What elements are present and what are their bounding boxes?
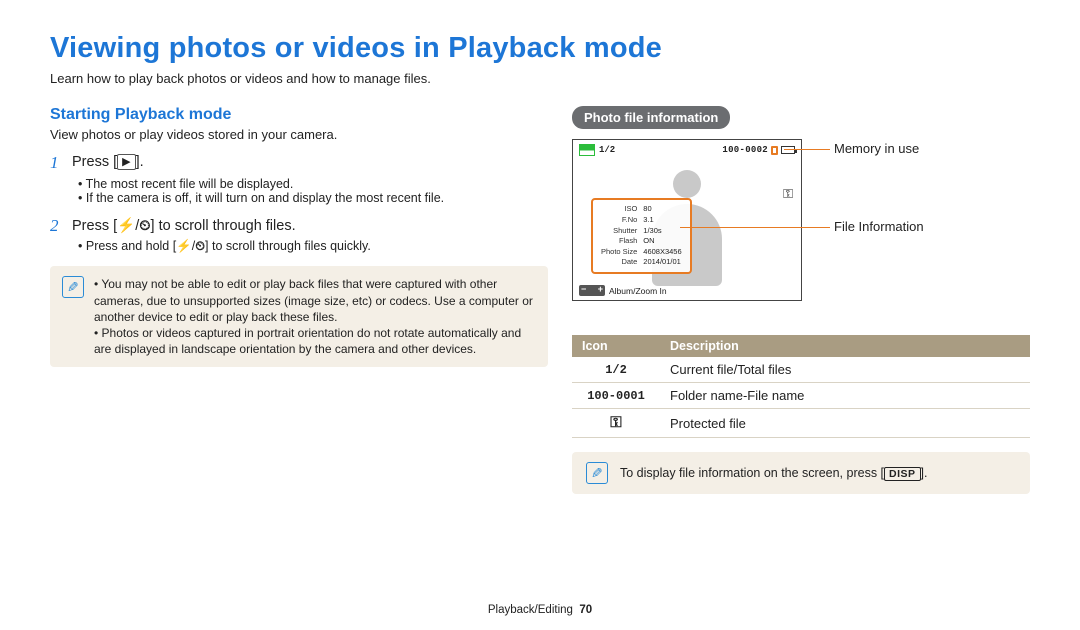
protected-key-icon: ⚿ (610, 415, 621, 432)
description-table: Icon Description 1/2 Current file/Total … (572, 335, 1030, 438)
memory-card-icon (771, 146, 778, 155)
file-counter: 1/2 (599, 145, 615, 155)
page-title: Viewing photos or videos in Playback mod… (50, 32, 1030, 65)
folder-file-name: 100-0002 (722, 145, 768, 155)
panel-label: Photo file information (572, 106, 730, 129)
album-zoom-label: Album/Zoom In (579, 285, 667, 296)
file-info-panel: ISO80 F.No3.1 Shutter1/30s FlashON Photo… (591, 198, 692, 274)
callout-line (680, 227, 830, 228)
play-button-icon: ▶ (117, 154, 135, 170)
flash-icon: ⚡ (117, 218, 135, 234)
step2-bullets: Press and hold [⚡/⏲] to scroll through f… (50, 239, 548, 254)
section-lead: View photos or play videos stored in you… (50, 127, 548, 142)
right-column: Photo file information 1/2 100-0002 ⚿ (572, 106, 1030, 494)
section-heading: Starting Playback mode (50, 106, 548, 124)
intro-text: Learn how to play back photos or videos … (50, 71, 1030, 86)
step-number: 2 (50, 217, 64, 236)
step-2: 2 Press [⚡/⏲] to scroll through files. (50, 217, 548, 236)
step-1: 1 Press [▶]. (50, 154, 548, 173)
step-number: 1 (50, 154, 64, 173)
thumbnail-icon (579, 144, 595, 156)
step1-prefix: Press [ (72, 154, 117, 170)
step1-bullets: The most recent file will be displayed. … (50, 177, 548, 205)
camera-screen: 1/2 100-0002 ⚿ ISO80 F.No3.1 (572, 139, 802, 301)
table-header-desc: Description (660, 335, 1030, 357)
tip-box: To display file information on the scree… (572, 452, 1030, 494)
left-column: Starting Playback mode View photos or pl… (50, 106, 548, 494)
note-icon (586, 462, 608, 484)
camera-screen-mockup: 1/2 100-0002 ⚿ ISO80 F.No3.1 (572, 139, 992, 331)
table-row: ⚿ Protected file (572, 409, 1030, 438)
step2-mid: ] to scroll through files. (151, 218, 296, 234)
step1-suffix: ]. (136, 154, 144, 170)
table-row: 1/2 Current file/Total files (572, 357, 1030, 383)
page-footer: Playback/Editing 70 (0, 604, 1080, 616)
note-box: You may not be able to edit or play back… (50, 266, 548, 367)
table-row: 100-0001 Folder name-File name (572, 383, 1030, 409)
flash-icon: ⚡ (176, 239, 192, 253)
zoom-lever-icon (579, 285, 605, 296)
timer-icon: ⏲ (195, 239, 205, 253)
note-icon (62, 276, 84, 298)
callout-memory: Memory in use (834, 141, 919, 156)
callout-line (784, 149, 830, 150)
table-header-icon: Icon (572, 335, 660, 357)
timer-icon: ⏲ (139, 218, 150, 234)
callout-fileinfo: File Information (834, 219, 924, 234)
disp-button-icon: DISP (884, 467, 921, 481)
protected-key-icon: ⚿ (783, 186, 793, 202)
step2-prefix: Press [ (72, 218, 117, 234)
